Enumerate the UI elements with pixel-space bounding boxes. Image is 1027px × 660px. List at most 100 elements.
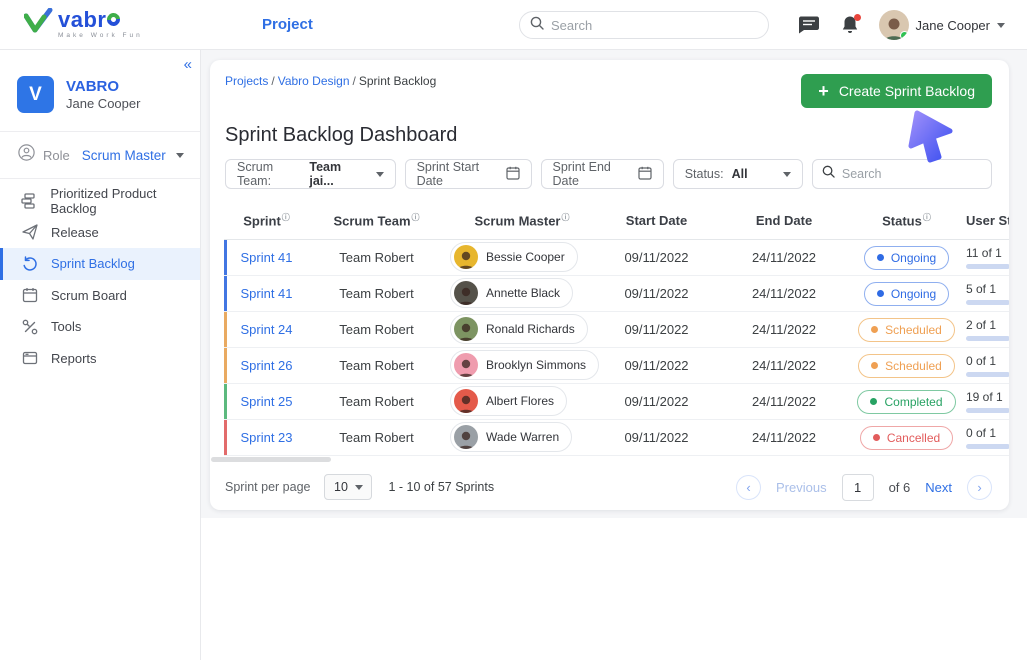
end-date-cell: 24/11/2022 [719,394,849,409]
start-date-cell: 09/11/2022 [594,394,719,409]
scrum-master-avatar [454,281,478,305]
global-search[interactable] [519,11,769,39]
horizontal-scrollbar-thumb[interactable] [211,457,331,462]
status-badge: Cancelled [860,426,953,450]
messages-icon[interactable] [797,13,821,37]
nav-project-label[interactable]: Project [262,16,313,33]
sidebar-collapse-icon[interactable]: « [184,56,192,73]
scrum-master-chip[interactable]: Annette Black [450,278,573,308]
page-number-input[interactable]: 1 [842,474,874,501]
sidebar-item-scrum-board[interactable]: Scrum Board [0,280,200,312]
table-header-row: Sprintⓘ Scrum Teamⓘ Scrum Masterⓘ Start … [224,202,1009,240]
board-icon [21,287,38,304]
sidebar-item-label: Reports [51,351,97,366]
user-stories-cell: 11 of 1 [966,246,1009,269]
info-icon[interactable]: ⓘ [561,213,569,222]
table-row: Sprint 23 Team Robert Wade Warren 09/11/… [224,420,1009,456]
status-dot [870,398,877,405]
scrum-team-cell: Team Robert [309,286,444,301]
scrum-team-cell: Team Robert [309,430,444,445]
previous-button[interactable]: Previous [776,480,827,495]
filter-bar: Scrum Team: Team jai... Sprint Start Dat… [225,159,992,189]
scrum-team-cell: Team Robert [309,358,444,373]
vabro-logo[interactable]: vabr Make Work Fun [24,8,143,39]
per-page-select[interactable]: 10 [324,474,372,500]
sidebar-item-label: Scrum Board [51,288,127,303]
stories-progress-bar [966,300,1009,305]
role-label: Role [43,148,70,163]
sidebar-item-label: Sprint Backlog [51,256,135,271]
status-dot [871,362,878,369]
breadcrumb-vabro-design[interactable]: Vabro Design [278,74,350,88]
row-accent-bar [224,384,227,419]
scrum-master-name: Ronald Richards [486,322,575,336]
table-search[interactable] [812,159,992,189]
sprint-link[interactable]: Sprint 41 [240,250,292,265]
workspace-header[interactable]: V VABRO Jane Cooper [0,50,200,131]
sprint-link[interactable]: Sprint 23 [240,430,292,445]
role-selector[interactable]: Role Scrum Master [0,132,200,178]
scrum-master-chip[interactable]: Brooklyn Simmons [450,350,599,380]
notifications-bell-icon[interactable] [838,13,862,37]
scrum-master-chip[interactable]: Albert Flores [450,386,567,416]
sprint-end-date-filter[interactable]: Sprint End Date [541,159,664,189]
status-badge: Scheduled [858,318,955,342]
status-badge: Ongoing [864,246,949,270]
sprint-backlog-card: Projects/Vabro Design/Sprint Backlog + C… [210,60,1009,510]
stories-progress-bar [966,444,1009,449]
global-search-input[interactable] [551,18,758,33]
sprint-link[interactable]: Sprint 25 [240,394,292,409]
status-badge: Scheduled [858,354,955,378]
workspace-tile: V [17,76,54,113]
sprint-link[interactable]: Sprint 24 [240,322,292,337]
info-icon[interactable]: ⓘ [412,213,420,222]
status-filter[interactable]: Status: All [673,159,803,189]
table-search-input[interactable] [842,167,982,181]
sprint-link[interactable]: Sprint 41 [240,286,292,301]
row-accent-bar [224,312,227,347]
sprint-table: Sprintⓘ Scrum Teamⓘ Scrum Masterⓘ Start … [224,202,1009,456]
table-row: Sprint 26 Team Robert Brooklyn Simmons 0… [224,348,1009,384]
per-page-label: Sprint per page [225,480,310,494]
table-footer: Sprint per page 10 1 - 10 of 57 Sprints … [225,464,992,510]
breadcrumb-current: Sprint Backlog [359,74,436,88]
previous-page-arrow[interactable]: ‹ [736,475,761,500]
reports-icon [21,350,38,367]
start-date-cell: 09/11/2022 [594,358,719,373]
end-date-cell: 24/11/2022 [719,286,849,301]
tools-icon [21,318,38,335]
brand-text: vabr [58,9,106,31]
table-row: Sprint 41 Team Robert Bessie Cooper 09/1… [224,240,1009,276]
breadcrumb-projects[interactable]: Projects [225,74,268,88]
scrum-master-chip[interactable]: Wade Warren [450,422,572,452]
sidebar: « V VABRO Jane Cooper Role Scrum Master … [0,50,201,660]
scrum-master-avatar [454,353,478,377]
status-dot [877,254,884,261]
create-sprint-backlog-button[interactable]: + Create Sprint Backlog [801,74,992,108]
search-icon [530,16,544,35]
sprint-start-date-filter[interactable]: Sprint Start Date [405,159,532,189]
scrum-master-chip[interactable]: Bessie Cooper [450,242,578,272]
user-menu[interactable]: Jane Cooper [879,10,1005,40]
sidebar-item-prioritized-product-backlog[interactable]: Prioritized Product Backlog [0,185,200,217]
stories-progress-bar [966,264,1009,269]
next-button[interactable]: Next [925,480,952,495]
online-status-dot [900,31,909,40]
next-page-arrow[interactable]: › [967,475,992,500]
sprint-link[interactable]: Sprint 26 [240,358,292,373]
backlog-icon [21,192,37,209]
scrum-master-avatar [454,245,478,269]
sidebar-item-reports[interactable]: Reports [0,343,200,375]
info-icon[interactable]: ⓘ [923,213,931,222]
scrum-team-filter[interactable]: Scrum Team: Team jai... [225,159,396,189]
scrum-master-chip[interactable]: Ronald Richards [450,314,588,344]
role-value: Scrum Master [82,148,166,163]
sidebar-item-label: Prioritized Product Backlog [50,186,200,216]
table-row: Sprint 25 Team Robert Albert Flores 09/1… [224,384,1009,420]
end-date-cell: 24/11/2022 [719,250,849,265]
table-row: Sprint 24 Team Robert Ronald Richards 09… [224,312,1009,348]
info-icon[interactable]: ⓘ [282,213,290,222]
sidebar-item-tools[interactable]: Tools [0,311,200,343]
sidebar-item-release[interactable]: Release [0,217,200,249]
sidebar-item-sprint-backlog[interactable]: Sprint Backlog [0,248,200,280]
